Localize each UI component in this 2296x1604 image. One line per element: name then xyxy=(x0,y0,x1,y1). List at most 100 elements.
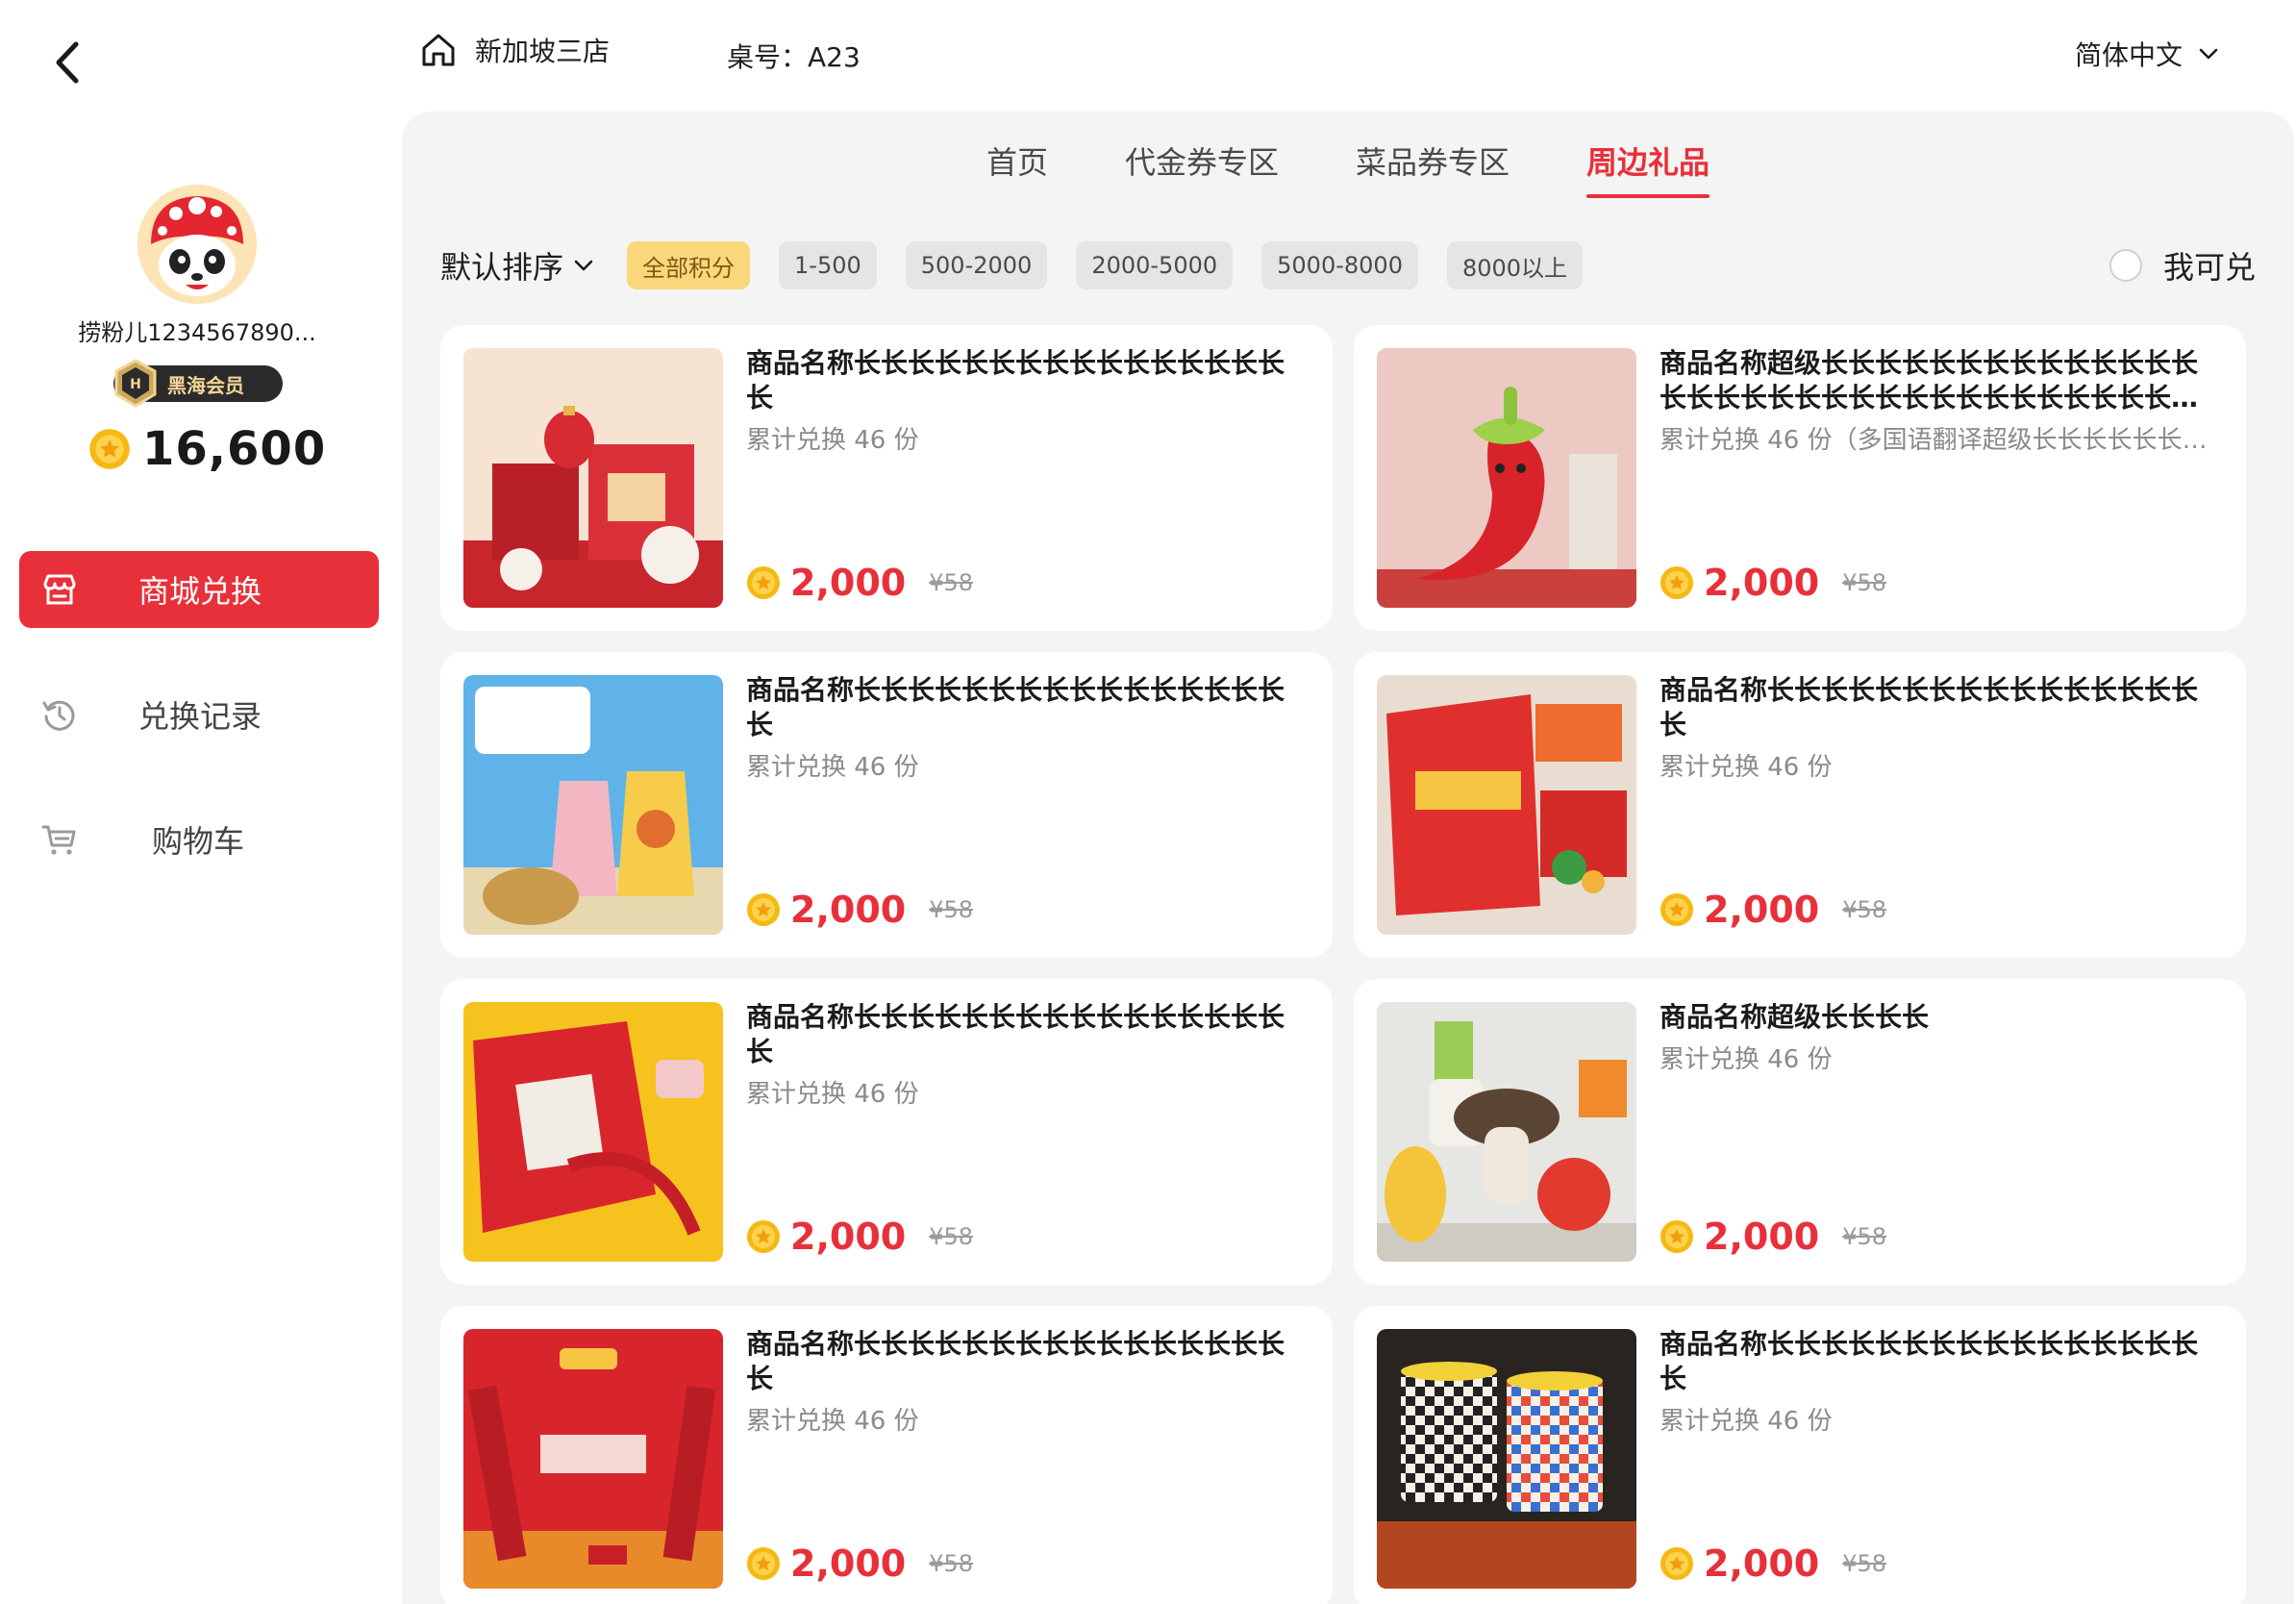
product-sold-count: 累计兑换 46 份 xyxy=(746,1080,919,1109)
filter-chip-500-2000[interactable]: 500-2000 xyxy=(905,241,1048,289)
radio-button[interactable] xyxy=(2109,249,2142,282)
product-name: 商品名称长长长长长长长长长长长长长长长长长 xyxy=(746,674,1285,740)
product-points: 2,000 xyxy=(790,1216,907,1258)
product-name: 商品名称超级长长长长长长长长长长长长长长长长长长长长长长长长长长长长长长长长长长… xyxy=(1660,347,2199,414)
member-level: 黑海会员 xyxy=(167,373,244,397)
product-sold-count: 累计兑换 46 份 xyxy=(1660,753,1833,782)
tab-vouchers[interactable]: 代金券专区 xyxy=(1125,138,1279,215)
product-points: 2,000 xyxy=(1704,1542,1820,1585)
price-row: 2,000 ¥58 xyxy=(1660,562,1886,604)
back-button[interactable] xyxy=(38,29,96,96)
can-redeem-toggle[interactable]: 我可兑 xyxy=(2109,237,2256,294)
main-panel: 首页 代金券专区 菜品券专区 周边礼品 默认排序 全部积分 1-500 500-… xyxy=(402,112,2294,1604)
product-thumbnail xyxy=(1377,348,1636,608)
filter-chip-5000-8000[interactable]: 5000-8000 xyxy=(1261,241,1418,289)
chevron-down-icon xyxy=(574,260,593,271)
product-image-red-tote xyxy=(463,1002,723,1262)
store-name: 新加坡三店 xyxy=(475,36,611,67)
can-redeem-label: 我可兑 xyxy=(2162,249,2256,286)
product-card[interactable]: 商品名称超级长长长长 累计兑换 46 份 2,000 ¥58 xyxy=(1354,979,2246,1285)
coin-icon xyxy=(1660,566,1693,599)
product-thumbnail xyxy=(1377,1329,1636,1589)
sort-dropdown[interactable]: 默认排序 xyxy=(440,243,594,288)
table-number: 桌号：A23 xyxy=(727,41,861,73)
coin-icon xyxy=(1660,1547,1693,1580)
filter-bar: 默认排序 全部积分 1-500 500-2000 2000-5000 5000-… xyxy=(440,237,2256,294)
product-image-chili-plush xyxy=(1377,348,1636,608)
language-label: 简体中文 xyxy=(2074,39,2183,71)
coin-icon xyxy=(747,566,780,599)
product-name: 商品名称超级长长长长 xyxy=(1660,1001,1930,1033)
coin-icon xyxy=(1660,893,1693,926)
product-card[interactable]: 商品名称长长长长长长长长长长长长长长长长长 累计兑换 46 份 2,000 ¥5… xyxy=(440,1306,1333,1604)
product-sold-count: 累计兑换 46 份 xyxy=(746,753,919,782)
product-image-checker-mugs xyxy=(1377,1329,1636,1589)
nav-item-history[interactable]: 兑换记录 xyxy=(19,676,379,753)
product-image-veggie-toys xyxy=(1377,1002,1636,1262)
coin-icon xyxy=(747,1547,780,1580)
product-points: 2,000 xyxy=(1704,562,1820,604)
filter-chip-all[interactable]: 全部积分 xyxy=(627,241,751,289)
nav-item-store[interactable]: 商城兑换 xyxy=(19,551,379,628)
filter-chip-2000-5000[interactable]: 2000-5000 xyxy=(1076,241,1234,289)
product-name: 商品名称长长长长长长长长长长长长长长长长长 xyxy=(746,347,1285,414)
header: 新加坡三店 桌号：A23 简体中文 xyxy=(394,0,2296,112)
product-name: 商品名称长长长长长长长长长长长长长长长长长 xyxy=(1660,1328,2199,1394)
product-original-price: ¥58 xyxy=(1842,896,1887,923)
product-card[interactable]: 商品名称长长长长长长长长长长长长长长长长长 累计兑换 46 份 2,000 ¥5… xyxy=(440,325,1333,631)
tab-home[interactable]: 首页 xyxy=(986,138,1048,215)
price-row: 2,000 ¥58 xyxy=(746,1216,973,1258)
chevron-left-icon xyxy=(56,41,79,84)
product-card[interactable]: 商品名称超级长长长长长长长长长长长长长长长长长长长长长长长长长长长长长长长长长长… xyxy=(1354,325,2246,631)
product-original-price: ¥58 xyxy=(1842,1550,1887,1577)
product-original-price: ¥58 xyxy=(929,896,974,923)
price-row: 2,000 ¥58 xyxy=(746,889,973,931)
coin-icon xyxy=(89,429,130,469)
product-original-price: ¥58 xyxy=(929,1223,974,1250)
product-sold-count: 累计兑换 46 份 xyxy=(746,426,919,455)
product-sold-count: 累计兑换 46 份 xyxy=(1660,1407,1833,1436)
language-selector[interactable]: 简体中文 xyxy=(2075,35,2219,73)
product-grid: 商品名称长长长长长长长长长长长长长长长长长 累计兑换 46 份 2,000 ¥5… xyxy=(440,325,2256,1604)
category-tabs: 首页 代金券专区 菜品券专区 周边礼品 xyxy=(402,138,2294,215)
product-card[interactable]: 商品名称长长长长长长长长长长长长长长长长长 累计兑换 46 份 2,000 ¥5… xyxy=(1354,1306,2246,1604)
nav-item-label: 商城兑换 xyxy=(138,573,262,610)
filter-chip-1-500[interactable]: 1-500 xyxy=(779,241,877,289)
home-icon xyxy=(422,34,455,66)
price-row: 2,000 ¥58 xyxy=(1660,1216,1886,1258)
product-original-price: ¥58 xyxy=(929,1550,974,1577)
product-sold-count: 累计兑换 46 份（多国语翻译超级长长长长长长长长长 xyxy=(1660,426,2223,455)
product-card[interactable]: 商品名称长长长长长长长长长长长长长长长长长 累计兑换 46 份 2,000 ¥5… xyxy=(440,652,1333,958)
username: 捞粉儿1234567890... xyxy=(78,319,316,346)
nav-item-label: 购物车 xyxy=(152,823,245,860)
product-card[interactable]: 商品名称长长长长长长长长长长长长长长长长长 累计兑换 46 份 2,000 ¥5… xyxy=(440,979,1333,1285)
store-icon xyxy=(43,574,76,605)
product-name: 商品名称长长长长长长长长长长长长长长长长长 xyxy=(1660,674,2199,740)
store-selector[interactable]: 新加坡三店 xyxy=(419,31,610,69)
product-name: 商品名称长长长长长长长长长长长长长长长长长 xyxy=(746,1001,1285,1067)
coin-icon xyxy=(1660,1220,1693,1253)
coin-icon xyxy=(747,893,780,926)
points-balance: 16,600 xyxy=(88,417,326,481)
svg-text:H: H xyxy=(130,377,141,392)
panda-mascot-icon xyxy=(137,185,257,304)
product-original-price: ¥58 xyxy=(1842,1223,1887,1250)
product-card[interactable]: 商品名称长长长长长长长长长长长长长长长长长 累计兑换 46 份 2,000 ¥5… xyxy=(1354,652,2246,958)
sidebar: 捞粉儿1234567890... H 黑海会员 16,600 商城兑换 兑换记录 xyxy=(0,0,394,1604)
filter-chip-8000-plus[interactable]: 8000以上 xyxy=(1446,241,1584,289)
product-thumbnail xyxy=(1377,1002,1636,1262)
coin-icon xyxy=(747,1220,780,1253)
product-points: 2,000 xyxy=(1704,889,1820,931)
product-points: 2,000 xyxy=(790,889,907,931)
history-icon xyxy=(42,700,75,731)
product-thumbnail xyxy=(463,348,723,608)
avatar[interactable] xyxy=(137,185,257,304)
nav-item-cart[interactable]: 购物车 xyxy=(19,801,379,878)
product-sold-count: 累计兑换 46 份 xyxy=(746,1407,919,1436)
tab-merchandise[interactable]: 周边礼品 xyxy=(1586,138,1710,215)
tab-dish-coupons[interactable]: 菜品券专区 xyxy=(1356,138,1510,215)
price-row: 2,000 ¥58 xyxy=(746,562,973,604)
product-original-price: ¥58 xyxy=(1842,569,1887,596)
chevron-down-icon xyxy=(2199,48,2218,60)
product-image-couplets xyxy=(463,1329,723,1589)
